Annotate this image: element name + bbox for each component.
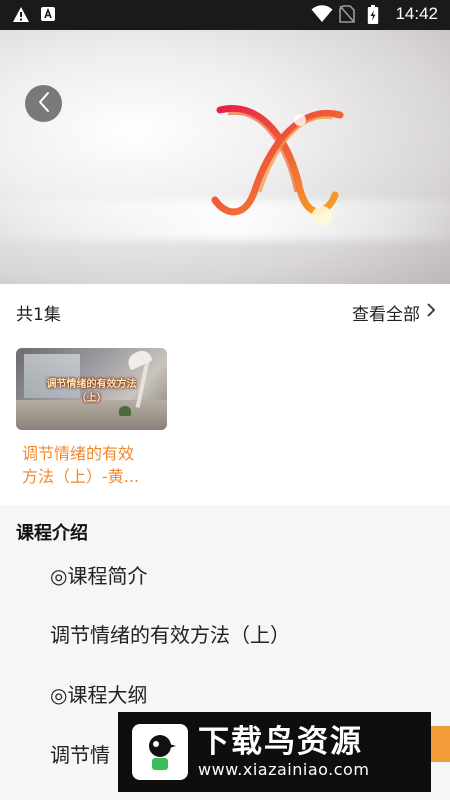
- chevron-right-icon: [426, 302, 436, 323]
- episode-thumbnail: 调节情绪的有效方法 （上）: [16, 348, 167, 430]
- thumbnail-caption-line2: （上）: [76, 393, 107, 404]
- a-notification-icon: [40, 6, 58, 24]
- course-intro-heading: 课程介绍: [16, 523, 88, 544]
- thumb-lamp-head: [125, 348, 153, 371]
- bird-logo-icon: [132, 724, 188, 780]
- video-logo-graphic: [200, 100, 350, 244]
- thumbnail-caption: 调节情绪的有效方法 （上）: [16, 378, 167, 406]
- status-time: 14:42: [395, 4, 438, 23]
- episodes-header: 共1集 查看全部: [16, 298, 436, 326]
- intro-line: 调节情: [50, 743, 110, 767]
- floating-action-tab[interactable]: [428, 726, 450, 762]
- watermark-banner: 下载鸟资源 www.xiazainiao.com: [118, 712, 431, 792]
- thumbnail-caption-line1: 调节情绪的有效方法: [46, 379, 137, 390]
- wifi-icon: [311, 5, 333, 23]
- no-sim-icon: [339, 5, 357, 23]
- episode-count: 共1集: [16, 305, 61, 325]
- watermark-url: www.xiazainiao.com: [198, 760, 370, 779]
- thumb-plant: [119, 406, 131, 416]
- battery-icon: [367, 5, 385, 24]
- view-all-button[interactable]: 查看全部: [352, 300, 436, 325]
- watermark-brand: 下载鸟资源: [198, 724, 363, 760]
- intro-line: ◎课程大纲: [50, 683, 148, 707]
- warning-icon: [12, 6, 30, 24]
- episode-card[interactable]: 调节情绪的有效方法 （上） 调节情绪的有效 方法（上）-黄...: [16, 348, 168, 488]
- episode-title: 调节情绪的有效 方法（上）-黄...: [16, 442, 156, 488]
- chevron-left-icon: [36, 91, 52, 117]
- video-player[interactable]: [0, 30, 450, 284]
- episode-title-line1: 调节情绪的有效: [22, 444, 135, 463]
- episode-title-line2: 方法（上）-黄...: [22, 467, 140, 486]
- status-bar: 14:42: [0, 0, 450, 30]
- intro-line: 调节情绪的有效方法（上）: [50, 623, 290, 647]
- view-all-label: 查看全部: [352, 305, 420, 325]
- intro-line: ◎课程简介: [50, 564, 148, 588]
- back-button[interactable]: [25, 85, 62, 122]
